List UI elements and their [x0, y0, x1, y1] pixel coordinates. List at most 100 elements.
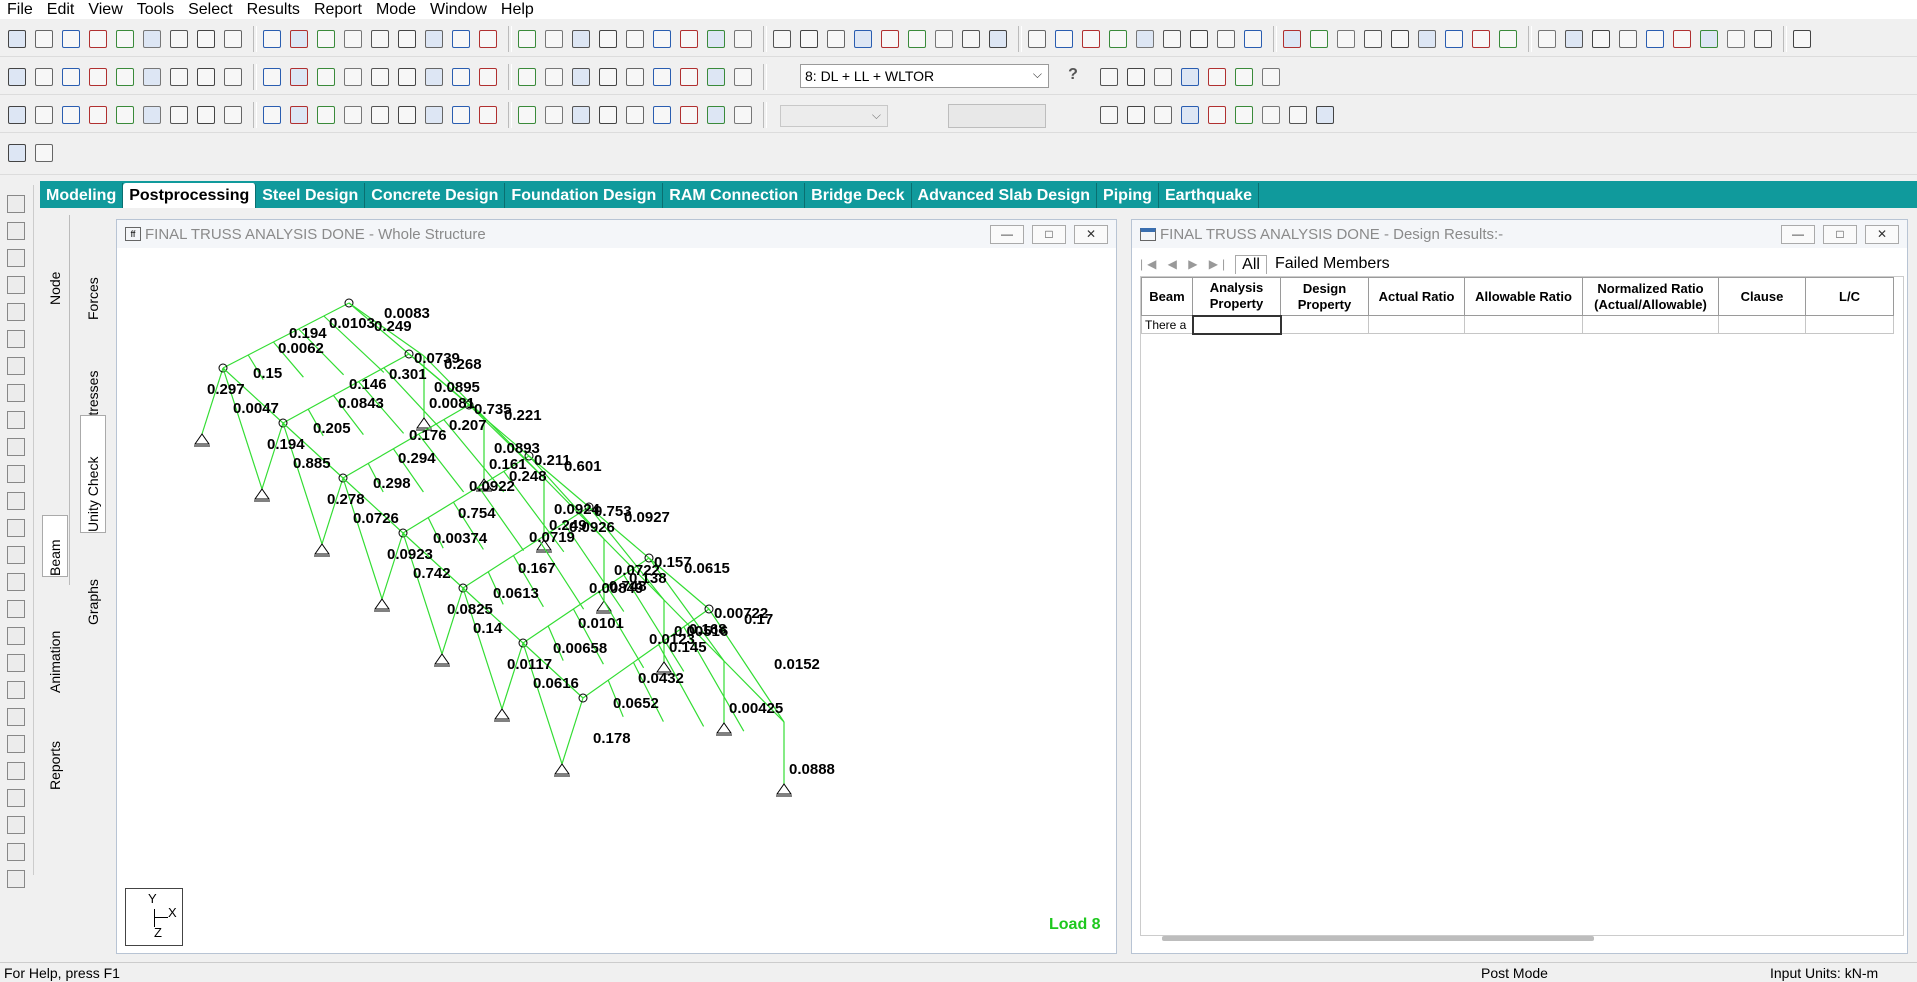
toolbar-tool-icon[interactable]	[62, 68, 80, 86]
tab-advanced-slab-design[interactable]: Advanced Slab Design	[912, 183, 1098, 208]
toolbar-tool-icon[interactable]	[1154, 106, 1172, 124]
toolbar-tool-icon[interactable]	[371, 30, 389, 48]
toolbar-tool-icon[interactable]	[62, 106, 80, 124]
toolbar-tool-icon[interactable]	[371, 106, 389, 124]
menu-results[interactable]: Results	[240, 0, 307, 19]
column-member[interactable]	[321, 477, 344, 545]
table-cell[interactable]	[1191, 314, 1282, 335]
menu-select[interactable]: Select	[181, 0, 239, 19]
toolbar-tool-icon[interactable]	[572, 106, 590, 124]
tab-ram-connection[interactable]: RAM Connection	[663, 183, 806, 208]
toolbar-tool-icon[interactable]	[653, 68, 671, 86]
side-tab-beam[interactable]: Beam	[42, 515, 68, 577]
toolbar-tool-icon[interactable]	[116, 30, 134, 48]
toolbar-tool-icon[interactable]	[773, 30, 791, 48]
toolbar-tool-icon[interactable]	[1181, 106, 1199, 124]
toolbar-tool-icon[interactable]	[317, 30, 335, 48]
toolbar-tool-icon[interactable]	[1055, 30, 1073, 48]
menu-mode[interactable]: Mode	[369, 0, 423, 19]
toolbar-tool-icon[interactable]	[317, 68, 335, 86]
toolbar-tool-icon[interactable]	[1673, 30, 1691, 48]
toolbar-tool-icon[interactable]	[197, 106, 215, 124]
toolbar-tool-icon[interactable]	[1082, 30, 1100, 48]
toolbar-tool-icon[interactable]	[1262, 106, 1280, 124]
toolbar-tool-icon[interactable]	[1499, 30, 1517, 48]
scale-input[interactable]	[948, 104, 1046, 128]
toolbar-tool-icon[interactable]	[398, 68, 416, 86]
toolbar-tool-icon[interactable]	[1565, 30, 1583, 48]
support-icon[interactable]	[554, 763, 570, 777]
toolbar-tool-icon[interactable]	[35, 68, 53, 86]
toolbar-tool-icon[interactable]	[8, 144, 26, 162]
toolbar-tool-icon[interactable]	[680, 68, 698, 86]
toolbar-tool-icon[interactable]	[197, 68, 215, 86]
toolbar-tool-icon[interactable]	[1208, 68, 1226, 86]
toolbar-tool-icon[interactable]	[1190, 30, 1208, 48]
support-icon[interactable]	[194, 433, 210, 447]
toolbar-tool-icon[interactable]	[599, 68, 617, 86]
toolbar-tool-icon[interactable]	[479, 106, 497, 124]
toolbar-tool-icon[interactable]	[8, 30, 26, 48]
left-tool-icon[interactable]	[7, 303, 25, 321]
toolbar-tool-icon[interactable]	[263, 106, 281, 124]
toolbar-tool-icon[interactable]	[1364, 30, 1382, 48]
toolbar-tool-icon[interactable]	[224, 106, 242, 124]
toolbar-tool-icon[interactable]	[1472, 30, 1490, 48]
support-icon[interactable]	[314, 543, 330, 557]
toolbar-tool-icon[interactable]	[935, 30, 953, 48]
toolbar-tool-icon[interactable]	[908, 30, 926, 48]
nav-arrows-icon[interactable]: |◀ ◀ ▶ ▶|	[1140, 257, 1229, 271]
left-tool-icon[interactable]	[7, 627, 25, 645]
left-tool-icon[interactable]	[7, 843, 25, 861]
toolbar-tool-icon[interactable]	[599, 30, 617, 48]
toolbar-tool-icon[interactable]	[452, 30, 470, 48]
minimize-button[interactable]: —	[1781, 225, 1815, 244]
support-icon[interactable]	[374, 598, 390, 612]
toolbar-tool-icon[interactable]	[1646, 30, 1664, 48]
table-row[interactable]: There a	[1141, 314, 1894, 335]
toolbar-tool-icon[interactable]	[827, 30, 845, 48]
toolbar-tool-icon[interactable]	[317, 106, 335, 124]
minimize-button[interactable]: —	[990, 225, 1024, 244]
toolbar-tool-icon[interactable]	[518, 106, 536, 124]
toolbar-tool-icon[interactable]	[707, 106, 725, 124]
left-tool-icon[interactable]	[7, 438, 25, 456]
tab-piping[interactable]: Piping	[1097, 183, 1159, 208]
toolbar-tool-icon[interactable]	[626, 106, 644, 124]
load-case-select[interactable]: 8: DL + LL + WLTOR ⌵	[800, 64, 1049, 88]
toolbar-tool-icon[interactable]	[734, 30, 752, 48]
horizontal-scrollbar[interactable]	[1162, 936, 1594, 941]
toolbar-tool-icon[interactable]	[572, 68, 590, 86]
toolbar-tool-icon[interactable]	[116, 106, 134, 124]
toolbar-tool-icon[interactable]	[1538, 30, 1556, 48]
toolbar-tool-icon[interactable]	[1244, 30, 1262, 48]
left-tool-icon[interactable]	[7, 222, 25, 240]
toolbar-tool-icon[interactable]	[425, 68, 443, 86]
toolbar-tool-icon[interactable]	[989, 30, 1007, 48]
toolbar-tool-icon[interactable]	[1391, 30, 1409, 48]
side-tab-reports[interactable]: Reports	[42, 710, 68, 790]
toolbar-tool-icon[interactable]	[1337, 30, 1355, 48]
toolbar-tool-icon[interactable]	[479, 68, 497, 86]
toolbar-tool-icon[interactable]	[1619, 30, 1637, 48]
left-tool-icon[interactable]	[7, 789, 25, 807]
tab-bridge-deck[interactable]: Bridge Deck	[805, 183, 912, 208]
help-button[interactable]: ?	[1063, 66, 1083, 86]
left-tool-icon[interactable]	[7, 276, 25, 294]
structure-window[interactable]: FINAL TRUSS ANALYSIS DONE - Whole Struct…	[116, 219, 1117, 954]
toolbar-tool-icon[interactable]	[425, 106, 443, 124]
toolbar-tool-icon[interactable]	[1283, 30, 1301, 48]
column-member[interactable]	[441, 587, 464, 655]
left-tool-icon[interactable]	[7, 735, 25, 753]
tab-postprocessing[interactable]: Postprocessing	[123, 183, 257, 208]
design-results-grid[interactable]: Beam Analysis Property Design Property A…	[1140, 276, 1904, 936]
menu-tools[interactable]: Tools	[130, 0, 181, 19]
toolbar-tool-icon[interactable]	[1154, 68, 1172, 86]
close-button[interactable]: ✕	[1074, 225, 1108, 244]
toolbar-tool-icon[interactable]	[572, 30, 590, 48]
toolbar-tool-icon[interactable]	[1100, 68, 1118, 86]
side-tab-node[interactable]: Node	[42, 225, 68, 305]
left-tool-icon[interactable]	[7, 357, 25, 375]
support-icon[interactable]	[434, 653, 450, 667]
toolbar-tool-icon[interactable]	[1109, 30, 1127, 48]
